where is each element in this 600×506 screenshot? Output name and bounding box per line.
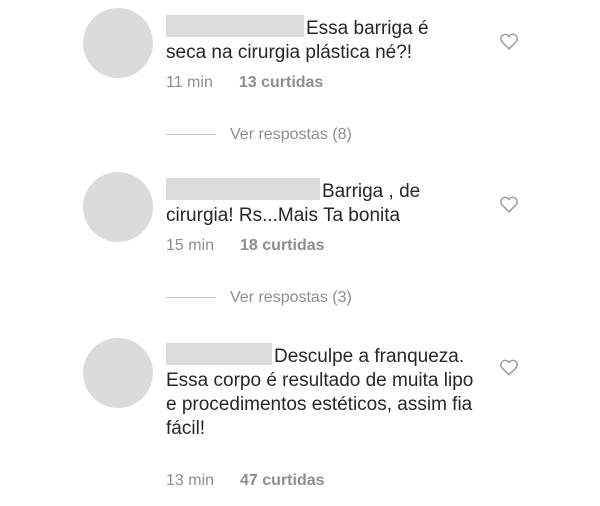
like-count[interactable]: 47 curtidas — [240, 472, 324, 489]
comment-time: 13 min — [166, 472, 215, 489]
username-redacted[interactable] — [166, 343, 272, 365]
comment-time: 11 min — [166, 74, 213, 91]
heart-icon[interactable] — [498, 356, 520, 378]
replies-divider — [166, 134, 216, 136]
comment-time: 15 min — [166, 237, 215, 254]
avatar[interactable] — [83, 8, 153, 78]
avatar[interactable] — [83, 338, 153, 408]
view-replies-button[interactable]: Ver respostas (3) — [166, 289, 352, 307]
heart-icon[interactable] — [498, 30, 520, 52]
view-replies-button[interactable]: Ver respostas (8) — [166, 126, 352, 144]
view-replies-label: Ver respostas (8) — [230, 126, 352, 143]
like-count[interactable]: 18 curtidas — [240, 237, 324, 254]
replies-divider — [166, 297, 216, 299]
comment-meta: 15 min 18 curtidas — [166, 237, 325, 255]
comment-text: Essa barriga é seca na cirurgia plástica… — [166, 15, 456, 65]
view-replies-label: Ver respostas (3) — [230, 289, 352, 306]
like-count[interactable]: 13 curtidas — [239, 74, 323, 91]
username-redacted[interactable] — [166, 178, 320, 200]
comment-text: Barriga , de cirurgia! Rs...Mais Ta boni… — [166, 178, 446, 228]
comment-text: Desculpe a franqueza. Essa corpo é resul… — [166, 343, 476, 441]
avatar[interactable] — [83, 172, 153, 242]
comment-meta: 11 min 13 curtidas — [166, 74, 323, 92]
heart-icon[interactable] — [498, 193, 520, 215]
comment-meta: 13 min 47 curtidas — [166, 472, 325, 490]
username-redacted[interactable] — [166, 15, 304, 37]
